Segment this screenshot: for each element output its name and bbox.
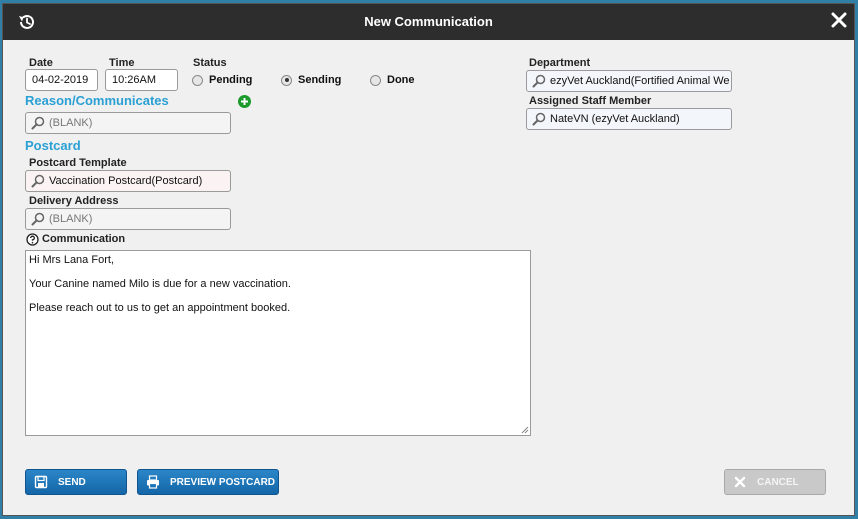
cancel-button[interactable]: CANCEL bbox=[724, 469, 826, 495]
message-line: Hi Mrs Lana Fort, bbox=[29, 254, 114, 266]
status-label: Status bbox=[193, 57, 227, 69]
reason-lookup[interactable]: (BLANK) bbox=[25, 112, 231, 134]
search-icon[interactable] bbox=[31, 212, 45, 226]
reason-value: (BLANK) bbox=[49, 117, 93, 129]
send-button-label: SEND bbox=[58, 476, 86, 488]
message-line: Please reach out to us to get an appoint… bbox=[29, 302, 291, 314]
dialog-titlebar: New Communication bbox=[3, 4, 854, 40]
cancel-x-icon bbox=[734, 476, 746, 488]
dialog-title: New Communication bbox=[364, 14, 493, 29]
search-icon[interactable] bbox=[31, 174, 45, 188]
cancel-button-label: CANCEL bbox=[757, 476, 799, 488]
delivery-address-value: (BLANK) bbox=[49, 213, 93, 225]
postcard-template-label: Postcard Template bbox=[29, 157, 127, 169]
reason-heading: Reason/Communicates bbox=[25, 93, 169, 108]
department-value: ezyVet Auckland(Fortified Animal We bbox=[550, 75, 729, 87]
help-icon[interactable] bbox=[26, 233, 39, 246]
assigned-staff-label: Assigned Staff Member bbox=[529, 95, 652, 107]
status-option-label: Done bbox=[387, 74, 415, 86]
communication-textarea[interactable]: Hi Mrs Lana Fort, Your Canine named Milo… bbox=[25, 250, 531, 436]
preview-postcard-button-label: PREVIEW POSTCARD bbox=[170, 476, 276, 488]
status-option-label: Sending bbox=[298, 74, 342, 86]
message-line: Your Canine named Milo is due for a new … bbox=[29, 278, 291, 290]
status-radio-sending[interactable]: Sending bbox=[281, 74, 341, 86]
status-radio-pending[interactable]: Pending bbox=[192, 74, 252, 86]
time-label: Time bbox=[109, 57, 135, 69]
add-icon[interactable] bbox=[238, 95, 251, 108]
postcard-template-lookup[interactable]: Vaccination Postcard(Postcard) bbox=[25, 170, 231, 192]
delivery-address-label: Delivery Address bbox=[29, 195, 119, 207]
search-icon[interactable] bbox=[532, 74, 546, 88]
postcard-template-value: Vaccination Postcard(Postcard) bbox=[49, 175, 203, 187]
resize-grip-icon[interactable] bbox=[521, 426, 529, 434]
radio-button[interactable] bbox=[370, 74, 381, 86]
search-icon[interactable] bbox=[532, 112, 546, 126]
send-button[interactable]: SEND bbox=[25, 469, 127, 495]
save-icon bbox=[34, 475, 48, 489]
assigned-staff-value: NateVN (ezyVet Auckland) bbox=[550, 113, 680, 125]
search-icon[interactable] bbox=[31, 116, 45, 130]
assigned-staff-lookup[interactable]: NateVN (ezyVet Auckland) bbox=[526, 108, 732, 130]
department-lookup[interactable]: ezyVet Auckland(Fortified Animal We bbox=[526, 70, 732, 92]
status-radio-done[interactable]: Done bbox=[370, 74, 415, 86]
print-icon bbox=[147, 475, 159, 489]
date-label: Date bbox=[29, 57, 53, 69]
delivery-address-lookup[interactable]: (BLANK) bbox=[25, 208, 231, 230]
date-input[interactable]: 04-02-2019 bbox=[25, 69, 98, 91]
communication-label: Communication bbox=[42, 233, 126, 245]
radio-button[interactable] bbox=[192, 74, 203, 86]
new-communication-dialog: New Communication Date 04-02-2019 Time 1… bbox=[2, 3, 855, 516]
time-input[interactable]: 10:26AM bbox=[105, 69, 178, 91]
department-label: Department bbox=[529, 57, 591, 69]
close-icon[interactable] bbox=[830, 11, 848, 29]
preview-postcard-button[interactable]: PREVIEW POSTCARD bbox=[137, 469, 279, 495]
status-option-label: Pending bbox=[209, 74, 253, 86]
postcard-heading: Postcard bbox=[25, 138, 81, 153]
radio-button-selected[interactable] bbox=[281, 74, 292, 86]
